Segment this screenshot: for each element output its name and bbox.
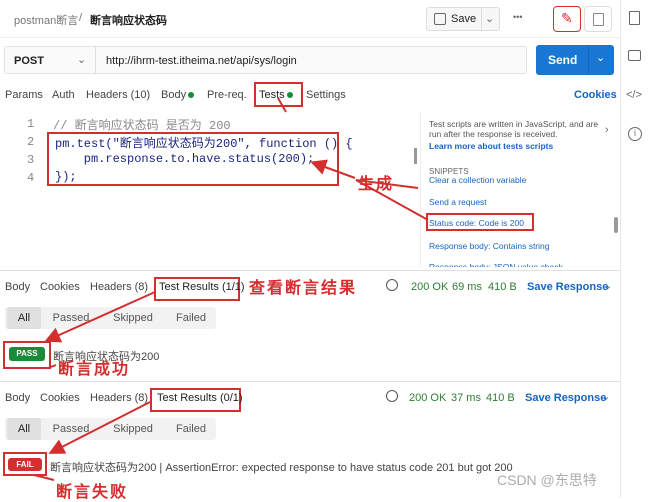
save-icon <box>434 13 446 25</box>
body-dot-icon <box>188 92 194 98</box>
line-number: 2 <box>27 135 35 149</box>
info-icon[interactable]: i <box>628 127 642 141</box>
save-response-button[interactable]: Save Response <box>527 281 608 293</box>
filter-passed[interactable]: Passed <box>49 307 93 329</box>
code-comment: // 断言响应状态码 是否为 200 <box>53 119 231 133</box>
docs-button[interactable] <box>584 6 612 32</box>
tab-response-cookies[interactable]: Cookies <box>40 392 80 404</box>
tab-params[interactable]: Params <box>5 89 43 101</box>
response-time: 37 ms <box>451 392 481 404</box>
tests-dot-icon <box>287 92 293 98</box>
test-result-name: 断言响应状态码为200 | AssertionError: expected r… <box>50 462 513 474</box>
line-number: 1 <box>27 117 35 131</box>
filter-skipped[interactable]: Skipped <box>109 418 157 440</box>
snippets-panel: Test scripts are written in JavaScript, … <box>420 112 620 267</box>
line-number: 3 <box>27 153 35 167</box>
annotation-view-result: 查看断言结果 <box>249 278 358 297</box>
filter-all[interactable]: All <box>7 307 41 329</box>
tab-test-results[interactable]: Test Results (0/1) <box>157 392 243 404</box>
tab-response-body[interactable]: Body <box>5 281 30 293</box>
more-options-icon[interactable]: ••• <box>513 12 522 22</box>
tab-prereq[interactable]: Pre-req. <box>207 89 247 101</box>
chevron-down-icon[interactable]: ⌄ <box>603 279 612 292</box>
tab-body[interactable]: Body <box>161 89 186 101</box>
snippet-item[interactable]: Status code: Code is 200 <box>429 218 524 228</box>
snippet-item[interactable]: Send a request <box>429 197 487 207</box>
tab-settings[interactable]: Settings <box>306 89 346 101</box>
method-select[interactable]: POST <box>14 55 44 67</box>
annotation-success: 断言成功 <box>58 359 131 378</box>
code-line: pm.test("断言响应状态码为200", function () { <box>55 137 353 151</box>
chevron-down-icon[interactable]: ⌄ <box>485 12 494 25</box>
breadcrumb-separator: / <box>79 12 83 24</box>
comment-icon[interactable] <box>628 50 641 61</box>
response-time: 69 ms <box>452 281 482 293</box>
document-icon <box>593 13 604 26</box>
tab-test-results[interactable]: Test Results (1/1) <box>159 281 245 293</box>
url-input[interactable]: http://ihrm-test.itheima.net/api/sys/log… <box>106 55 297 67</box>
learn-more-link[interactable]: Learn more about tests scripts <box>429 141 553 151</box>
status-code: 200 OK <box>409 392 447 404</box>
tests-description: Test scripts are written in JavaScript, … <box>429 119 599 139</box>
code-line: pm.response.to.have.status(200); <box>55 152 315 166</box>
request-tabs: Params Auth Headers (10) Body Pre-req. T… <box>0 82 620 109</box>
save-button[interactable]: Save ⌄ <box>426 7 500 31</box>
snippet-item[interactable]: Clear a collection variable <box>429 175 526 185</box>
pass-badge: PASS <box>9 347 45 361</box>
document-icon[interactable] <box>629 11 640 25</box>
tab-auth[interactable]: Auth <box>52 89 75 101</box>
snippet-item[interactable]: Response body: Contains string <box>429 241 550 251</box>
annotation-generate: 生成 <box>358 174 395 193</box>
code-icon[interactable]: </> <box>626 89 642 101</box>
chevron-down-icon[interactable]: ⌄ <box>77 53 86 66</box>
globe-icon[interactable] <box>386 279 398 291</box>
edit-button[interactable]: ✎ <box>553 6 581 32</box>
scrollbar[interactable] <box>614 217 618 233</box>
pencil-icon: ✎ <box>561 10 573 26</box>
tab-tests[interactable]: Tests <box>259 89 285 101</box>
snippet-item[interactable]: Response body: JSON value check <box>429 262 563 267</box>
tab-response-headers[interactable]: Headers (8) <box>90 281 148 293</box>
request-bar: POST ⌄ http://ihrm-test.itheima.net/api/… <box>4 46 527 74</box>
header-bar: postman断言 / 断言响应状态码 Save ⌄ ••• ✎ <box>0 0 620 38</box>
chevron-right-icon[interactable]: › <box>605 124 609 136</box>
chevron-down-icon[interactable]: ⌄ <box>601 390 610 403</box>
globe-icon[interactable] <box>386 390 398 402</box>
right-sidebar: </> i <box>620 0 648 498</box>
cookies-link[interactable]: Cookies <box>574 89 617 101</box>
page-title[interactable]: 断言响应状态码 <box>90 12 167 28</box>
response-size: 410 B <box>486 392 515 404</box>
response-size: 410 B <box>488 281 517 293</box>
save-response-button[interactable]: Save Response <box>525 392 606 404</box>
tab-response-body[interactable]: Body <box>5 392 30 404</box>
breadcrumb-root[interactable]: postman断言 <box>14 12 78 28</box>
tab-response-headers[interactable]: Headers (8) <box>90 392 148 404</box>
send-button[interactable]: Send ⌄ <box>536 45 614 75</box>
annotation-fail: 断言失败 <box>56 482 129 501</box>
result-filter: All Passed Skipped Failed <box>5 418 216 440</box>
watermark: CSDN @东思特 <box>497 472 597 488</box>
filter-failed[interactable]: Failed <box>169 418 213 440</box>
filter-all[interactable]: All <box>7 418 41 440</box>
chevron-down-icon[interactable]: ⌄ <box>596 51 605 64</box>
status-code: 200 OK <box>411 281 449 293</box>
tab-headers[interactable]: Headers (10) <box>86 89 150 101</box>
code-line: }); <box>55 170 77 184</box>
result-filter: All Passed Skipped Failed <box>5 307 216 329</box>
filter-skipped[interactable]: Skipped <box>109 307 157 329</box>
filter-passed[interactable]: Passed <box>49 418 93 440</box>
filter-failed[interactable]: Failed <box>169 307 213 329</box>
code-editor[interactable]: 1 2 3 4 // 断言响应状态码 是否为 200 pm.test("断言响应… <box>0 112 420 267</box>
fail-badge: FAIL <box>8 458 42 471</box>
tab-response-cookies[interactable]: Cookies <box>40 281 80 293</box>
line-number: 4 <box>27 171 35 185</box>
